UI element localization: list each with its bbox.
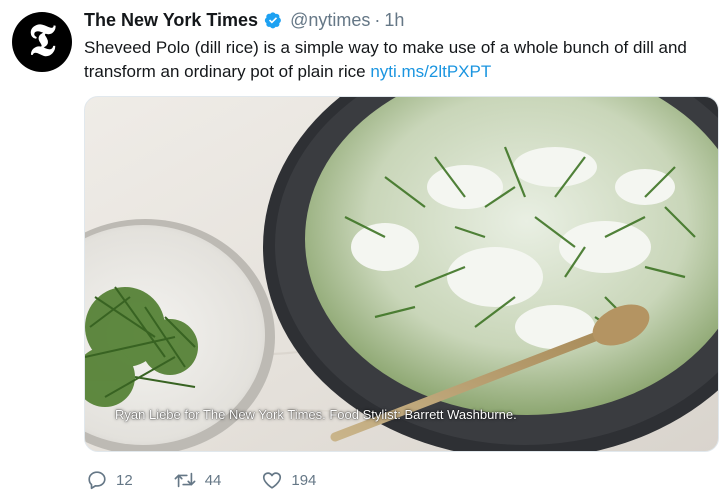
avatar[interactable]: 𝕿: [12, 12, 72, 72]
verified-badge-icon: [264, 11, 282, 29]
tweet-link[interactable]: nyti.ms/2ltPXPT: [370, 62, 491, 81]
tweet-actions: 12 44 194: [86, 468, 356, 492]
separator-dot: ·: [374, 9, 381, 30]
author-handle[interactable]: @nytimes: [290, 10, 370, 31]
retweet-icon: [174, 472, 196, 488]
display-name[interactable]: The New York Times: [84, 10, 258, 31]
reply-icon: [88, 471, 106, 490]
heart-icon: [263, 472, 282, 489]
reply-button[interactable]: 12: [86, 469, 133, 491]
tweet-text: Sheveed Polo (dill rice) is a simple way…: [84, 36, 714, 84]
tweet: 𝕿 The New York Times @nytimes · 1h Sheve…: [0, 0, 727, 494]
tweet-header: The New York Times @nytimes · 1h: [84, 8, 404, 32]
like-button[interactable]: 194: [261, 469, 316, 491]
dill-rice-photo: [85, 97, 718, 451]
retweet-count: 44: [204, 471, 222, 489]
nyt-logo-icon: 𝕿: [28, 15, 56, 66]
tweet-media-image[interactable]: Ryan Liebe for The New York Times. Food …: [84, 96, 719, 452]
timestamp[interactable]: 1h: [384, 10, 404, 31]
retweet-button[interactable]: 44: [173, 469, 222, 491]
photo-caption: Ryan Liebe for The New York Times. Food …: [115, 407, 517, 422]
like-count: 194: [291, 471, 317, 489]
reply-count: 12: [116, 471, 133, 489]
